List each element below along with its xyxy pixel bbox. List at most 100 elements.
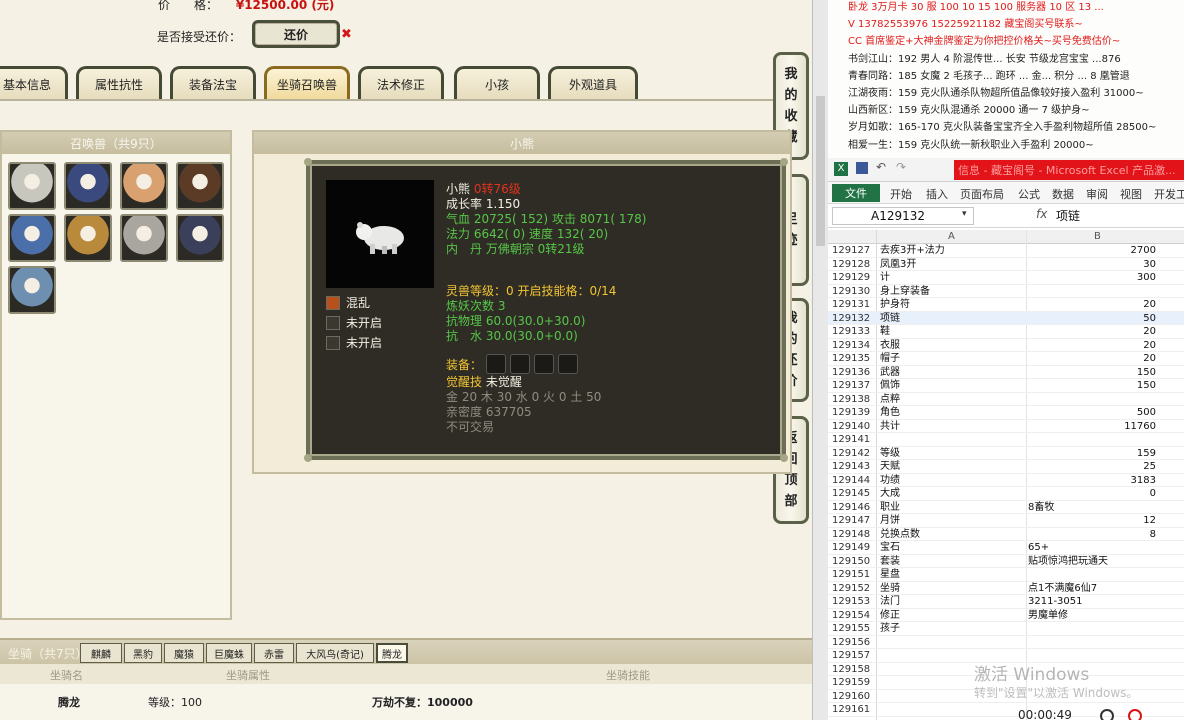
mount-tab-6[interactable]: 腾龙 [376,643,408,663]
table-row[interactable]: 129142 等级 159 [828,447,1184,460]
cell-a[interactable]: 帽子 [880,352,900,365]
cell-a[interactable]: 天赋 [880,460,900,473]
cell-b[interactable]: 50 [1143,312,1156,325]
equip-slot-icon[interactable] [558,354,579,374]
formula-input[interactable]: 项链 [1056,207,1080,224]
cell-b[interactable]: 2700 [1131,244,1156,257]
counter-offer-button[interactable]: 还价 [252,20,340,48]
table-row[interactable]: 129153 法门 3211-3051 [828,595,1184,609]
white-ape-pet-icon[interactable] [120,214,168,262]
table-row[interactable]: 129128 凤凰3开 30 [828,258,1184,271]
table-row[interactable]: 129148 兑换点数 8 [828,528,1184,541]
table-row[interactable]: 129136 武器 150 [828,366,1184,379]
cell-a[interactable]: 鞋 [880,325,890,338]
table-row[interactable]: 129139 角色 500 [828,406,1184,420]
ice-spirit-pet-icon[interactable] [8,214,56,262]
cell-b[interactable]: 贴项惊鸿把玩通天 [1028,555,1108,568]
tab-3[interactable]: 坐骑召唤兽 [264,66,350,100]
undo-icon[interactable]: ↶ [876,160,886,174]
table-row[interactable]: 129141 [828,433,1184,447]
cell-b[interactable]: 65+ [1028,541,1049,554]
close-icon[interactable]: ✖ [341,27,352,42]
table-row[interactable]: 129134 衣服 20 [828,339,1184,352]
tab-6[interactable]: 外观道具 [548,66,638,100]
column-b-header[interactable]: B [1094,231,1101,242]
cell-a[interactable]: 修正 [880,609,900,622]
ribbon-tab-7[interactable]: 开发工 [1154,186,1184,202]
phoenix-pet-icon[interactable] [64,162,112,210]
equip-slot-icon[interactable] [510,354,531,374]
cell-a[interactable]: 等级 [880,447,900,460]
cell-a[interactable]: 星盘 [880,568,900,581]
tab-0[interactable]: 基本信息 [0,66,68,100]
file-tab[interactable]: 文件 [832,184,880,202]
cell-b[interactable]: 159 [1137,447,1156,460]
ribbon-tab-3[interactable]: 公式 [1018,186,1040,202]
cell-a[interactable]: 共计 [880,420,900,433]
table-row[interactable]: 129147 月饼 12 [828,514,1184,528]
table-row[interactable]: 129152 坐骑 点1不满魔6仙7 [828,582,1184,595]
cell-a[interactable]: 点粹 [880,393,900,406]
ribbon-tab-2[interactable]: 页面布局 [960,186,1004,202]
cell-b[interactable]: 30 [1143,258,1156,271]
cell-a[interactable]: 职业 [880,501,900,514]
blue-warrior-pet-icon[interactable] [176,214,224,262]
cell-b[interactable]: 男魔单修 [1028,609,1068,622]
skill-slot-1[interactable]: 混乱 [326,294,370,311]
blue-golem-pet-icon[interactable] [8,266,56,314]
cell-a[interactable]: 角色 [880,406,900,419]
table-row[interactable]: 129145 大成 0 [828,487,1184,501]
cell-a[interactable]: 武器 [880,366,900,379]
equip-slot-icon[interactable] [534,354,555,374]
skill-slot-2[interactable]: 未开启 [326,314,382,331]
ribbon-tab-6[interactable]: 视图 [1120,186,1142,202]
table-row[interactable]: 129131 护身符 20 [828,298,1184,312]
white-bear-pet-icon[interactable] [8,162,56,210]
table-row[interactable]: 129140 共计 11760 [828,420,1184,433]
cell-a[interactable]: 孩子 [880,622,900,635]
mount-tab-5[interactable]: 大风鸟(奇记) [296,643,374,663]
cell-b[interactable]: 点1不满魔6仙7 [1028,582,1097,595]
cell-b[interactable]: 20 [1143,325,1156,338]
cell-b[interactable]: 25 [1143,460,1156,473]
cell-b[interactable]: 3211-3051 [1028,595,1083,608]
table-row[interactable]: 129138 点粹 [828,393,1184,406]
monkey-warrior-pet-icon[interactable] [176,162,224,210]
cell-a[interactable]: 月饼 [880,514,900,527]
cell-a[interactable]: 衣服 [880,339,900,352]
cell-a[interactable]: 项链 [880,312,900,325]
lion-cub-pet-icon[interactable] [120,162,168,210]
tab-5[interactable]: 小孩 [454,66,540,100]
cell-a[interactable]: 法门 [880,595,900,608]
cell-a[interactable]: 宝石 [880,541,900,554]
cell-a[interactable]: 功绩 [880,474,900,487]
table-row[interactable]: 129137 佩饰 150 [828,379,1184,393]
cell-a[interactable]: 兑换点数 [880,528,920,541]
cell-b[interactable]: 300 [1137,271,1156,284]
table-row[interactable]: 129132 项链 50 [828,311,1184,325]
ribbon-tab-1[interactable]: 插入 [926,186,948,202]
skill-slot-3[interactable]: 未开启 [326,334,382,351]
cell-a[interactable]: 坐骑 [880,582,900,595]
mount-tab-3[interactable]: 巨魔蛛 [206,643,252,663]
mount-tab-0[interactable]: 麒麟 [80,643,122,663]
table-row[interactable]: 129151 星盘 [828,568,1184,582]
table-row[interactable]: 129149 宝石 65+ [828,541,1184,555]
cell-a[interactable]: 佩饰 [880,379,900,392]
cell-a[interactable]: 去疾3开+法力 [880,244,945,257]
equip-slot-icon[interactable] [486,354,507,374]
table-row[interactable]: 129135 帽子 20 [828,352,1184,366]
cell-a[interactable]: 护身符 [880,298,910,311]
cell-b[interactable]: 0 [1150,487,1156,500]
mount-tab-1[interactable]: 黑豹 [124,643,162,663]
table-row[interactable]: 129150 套装 贴项惊鸿把玩通天 [828,555,1184,568]
table-row[interactable]: 129129 计 300 [828,271,1184,285]
column-a-header[interactable]: A [948,231,955,242]
name-box[interactable]: A129132 [832,207,974,225]
cell-b[interactable]: 12 [1143,514,1156,527]
golden-beast-pet-icon[interactable] [64,214,112,262]
cell-b[interactable]: 150 [1137,379,1156,392]
cell-b[interactable]: 20 [1143,339,1156,352]
cell-a[interactable]: 计 [880,271,890,284]
cell-b[interactable]: 150 [1137,366,1156,379]
